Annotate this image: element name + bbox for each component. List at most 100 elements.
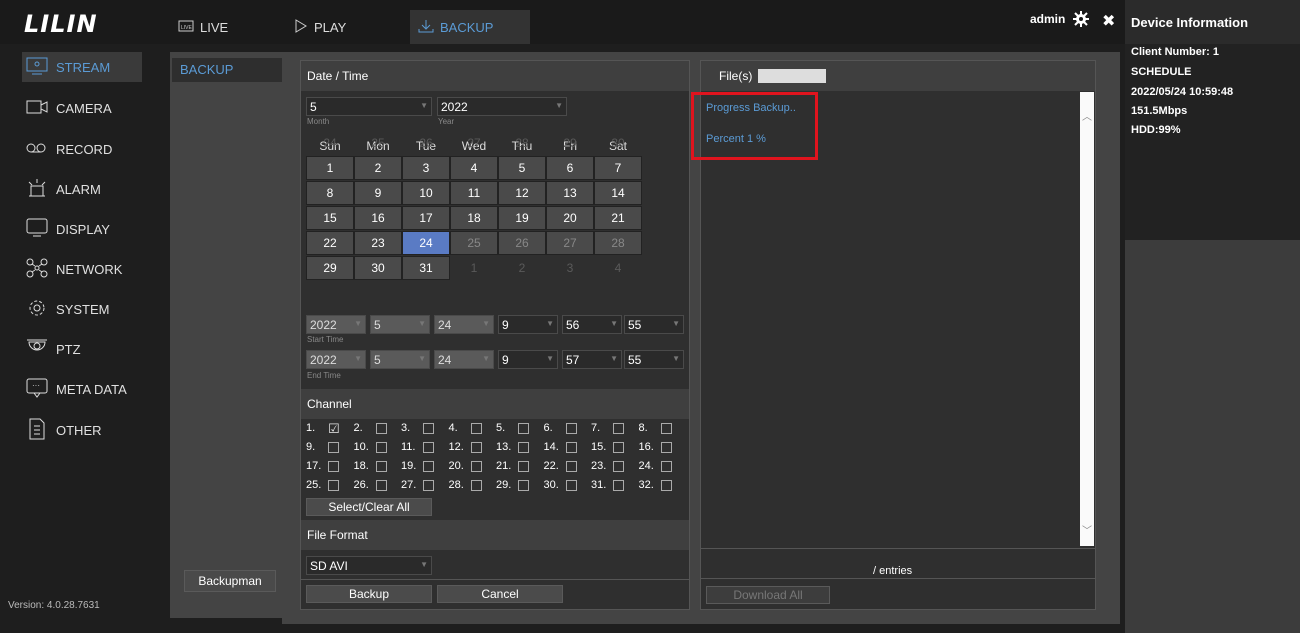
calendar-day[interactable]: 16 bbox=[354, 206, 402, 230]
channel-checkbox[interactable] bbox=[375, 422, 387, 434]
sidebar-item-display[interactable]: DISPLAY bbox=[26, 214, 110, 244]
calendar-day[interactable]: 7 bbox=[594, 156, 642, 180]
calendar-day[interactable]: 11 bbox=[450, 181, 498, 205]
channel-item[interactable]: 28. bbox=[449, 479, 482, 491]
channel-checkbox[interactable] bbox=[660, 441, 672, 453]
calendar-day[interactable]: 25 bbox=[450, 231, 498, 255]
channel-item[interactable]: 25. bbox=[306, 479, 339, 491]
calendar-day[interactable]: 19 bbox=[498, 206, 546, 230]
calendar-day[interactable]: 22 bbox=[306, 231, 354, 255]
backupman-button[interactable]: Backupman bbox=[184, 570, 276, 592]
calendar-day[interactable]: 12 bbox=[498, 181, 546, 205]
sidebar-item-camera[interactable]: CAMERA bbox=[26, 93, 112, 123]
channel-item[interactable]: 4. bbox=[449, 422, 482, 434]
channel-checkbox[interactable] bbox=[328, 479, 339, 491]
channel-item[interactable]: 12. bbox=[449, 441, 482, 453]
backup-button[interactable]: Backup bbox=[306, 585, 432, 603]
channel-checkbox[interactable] bbox=[375, 479, 387, 491]
tab-play[interactable]: PLAY bbox=[294, 10, 346, 44]
channel-checkbox[interactable] bbox=[660, 479, 672, 491]
end-minute-select[interactable]: 57 ▼ bbox=[562, 350, 622, 369]
channel-item[interactable]: 22. bbox=[544, 460, 577, 472]
calendar-day[interactable]: 25 bbox=[354, 131, 402, 155]
file-format-select[interactable]: SD AVI ▼ bbox=[306, 556, 432, 575]
cancel-button[interactable]: Cancel bbox=[437, 585, 563, 603]
channel-item[interactable]: 10. bbox=[354, 441, 387, 453]
channel-checkbox[interactable] bbox=[518, 460, 529, 472]
calendar-day[interactable]: 4 bbox=[450, 156, 498, 180]
channel-item[interactable]: 19. bbox=[401, 460, 434, 472]
calendar-day[interactable]: 17 bbox=[402, 206, 450, 230]
channel-item[interactable]: 32. bbox=[639, 479, 672, 491]
start-minute-select[interactable]: 56 ▼ bbox=[562, 315, 622, 334]
end-month-select[interactable]: 5 ▼ bbox=[370, 350, 430, 369]
channel-checkbox[interactable] bbox=[375, 460, 387, 472]
end-second-select[interactable]: 55 ▼ bbox=[624, 350, 684, 369]
channel-item[interactable]: 16. bbox=[639, 441, 672, 453]
channel-checkbox[interactable] bbox=[470, 441, 482, 453]
calendar-day[interactable]: 14 bbox=[594, 181, 642, 205]
channel-item[interactable]: 23. bbox=[591, 460, 624, 472]
channel-item[interactable]: 7. bbox=[591, 422, 624, 434]
sidebar-item-stream[interactable]: STREAM bbox=[22, 52, 142, 82]
channel-item[interactable]: 29. bbox=[496, 479, 529, 491]
calendar-day[interactable]: 13 bbox=[546, 181, 594, 205]
download-all-button[interactable]: Download All bbox=[706, 586, 830, 604]
channel-checkbox[interactable] bbox=[328, 460, 339, 472]
calendar-day[interactable]: 15 bbox=[306, 206, 354, 230]
subpanel-title[interactable]: BACKUP bbox=[172, 58, 282, 82]
channel-item[interactable]: 5. bbox=[496, 422, 529, 434]
channel-item[interactable]: 17. bbox=[306, 460, 339, 472]
end-year-select[interactable]: 2022 ▼ bbox=[306, 350, 366, 369]
sidebar-item-system[interactable]: SYSTEM bbox=[26, 294, 109, 324]
channel-checkbox[interactable] bbox=[375, 441, 387, 453]
start-second-select[interactable]: 55 ▼ bbox=[624, 315, 684, 334]
channel-item[interactable]: 8. bbox=[639, 422, 672, 434]
calendar-day[interactable]: 4 bbox=[594, 256, 642, 280]
calendar-day[interactable]: 29 bbox=[546, 131, 594, 155]
calendar-day[interactable]: 28 bbox=[594, 231, 642, 255]
start-hour-select[interactable]: 9 ▼ bbox=[498, 315, 558, 334]
channel-checkbox[interactable] bbox=[328, 441, 339, 453]
select-clear-all-button[interactable]: Select/Clear All bbox=[306, 498, 432, 516]
month-select[interactable]: 5 ▼ bbox=[306, 97, 432, 116]
start-year-select[interactable]: 2022 ▼ bbox=[306, 315, 366, 334]
channel-item[interactable]: 18. bbox=[354, 460, 387, 472]
year-select[interactable]: 2022 ▼ bbox=[437, 97, 567, 116]
start-day-select[interactable]: 24 ▼ bbox=[434, 315, 494, 334]
calendar-day[interactable]: 26 bbox=[498, 231, 546, 255]
channel-item[interactable]: 24. bbox=[639, 460, 672, 472]
calendar-day[interactable]: 27 bbox=[450, 131, 498, 155]
calendar-day[interactable]: 5 bbox=[498, 156, 546, 180]
file-list-scrollbar[interactable]: ︿ ﹀ bbox=[1080, 92, 1094, 546]
calendar-day[interactable]: 20 bbox=[546, 206, 594, 230]
sidebar-item-network[interactable]: NETWORK bbox=[26, 254, 122, 284]
tab-live[interactable]: LIVE LIVE bbox=[178, 10, 228, 44]
start-month-select[interactable]: 5 ▼ bbox=[370, 315, 430, 334]
gear-icon[interactable] bbox=[1072, 10, 1090, 31]
calendar-day[interactable]: 9 bbox=[354, 181, 402, 205]
chevron-up-icon[interactable]: ︿ bbox=[1082, 108, 1092, 123]
tab-backup[interactable]: BACKUP bbox=[410, 10, 530, 44]
calendar-day[interactable]: 24 bbox=[402, 231, 450, 255]
calendar-day[interactable]: 2 bbox=[354, 156, 402, 180]
sidebar-item-metadata[interactable]: ··· META DATA bbox=[26, 374, 127, 404]
calendar-day[interactable]: 27 bbox=[546, 231, 594, 255]
calendar-day[interactable]: 6 bbox=[546, 156, 594, 180]
channel-item[interactable]: 26. bbox=[354, 479, 387, 491]
channel-checkbox[interactable] bbox=[470, 422, 482, 434]
channel-item[interactable]: 31. bbox=[591, 479, 624, 491]
sidebar-item-record[interactable]: RECORD bbox=[26, 134, 112, 164]
calendar-day[interactable]: 8 bbox=[306, 181, 354, 205]
channel-item[interactable]: 20. bbox=[449, 460, 482, 472]
channel-checkbox[interactable] bbox=[423, 441, 434, 453]
calendar-day[interactable]: 10 bbox=[402, 181, 450, 205]
channel-item[interactable]: 27. bbox=[401, 479, 434, 491]
sidebar-item-other[interactable]: OTHER bbox=[26, 415, 102, 445]
channel-item[interactable]: 21. bbox=[496, 460, 529, 472]
channel-checkbox[interactable] bbox=[518, 479, 529, 491]
calendar-day[interactable]: 26 bbox=[402, 131, 450, 155]
calendar-day[interactable]: 29 bbox=[306, 256, 354, 280]
channel-checkbox[interactable] bbox=[565, 460, 577, 472]
channel-item[interactable]: 2. bbox=[354, 422, 387, 434]
